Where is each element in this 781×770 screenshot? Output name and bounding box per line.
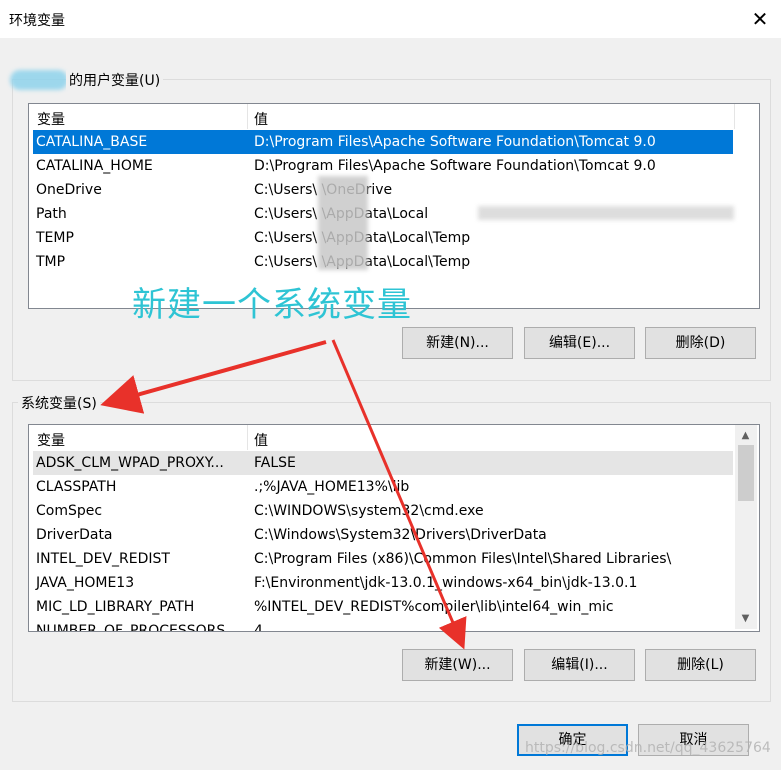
annotation-arrows — [100, 339, 467, 650]
arrow-to-system-new — [331, 339, 467, 650]
arrow-to-system-label — [100, 340, 327, 414]
watermark-text: https://blog.csdn.net/qq_43625764 — [525, 740, 771, 756]
